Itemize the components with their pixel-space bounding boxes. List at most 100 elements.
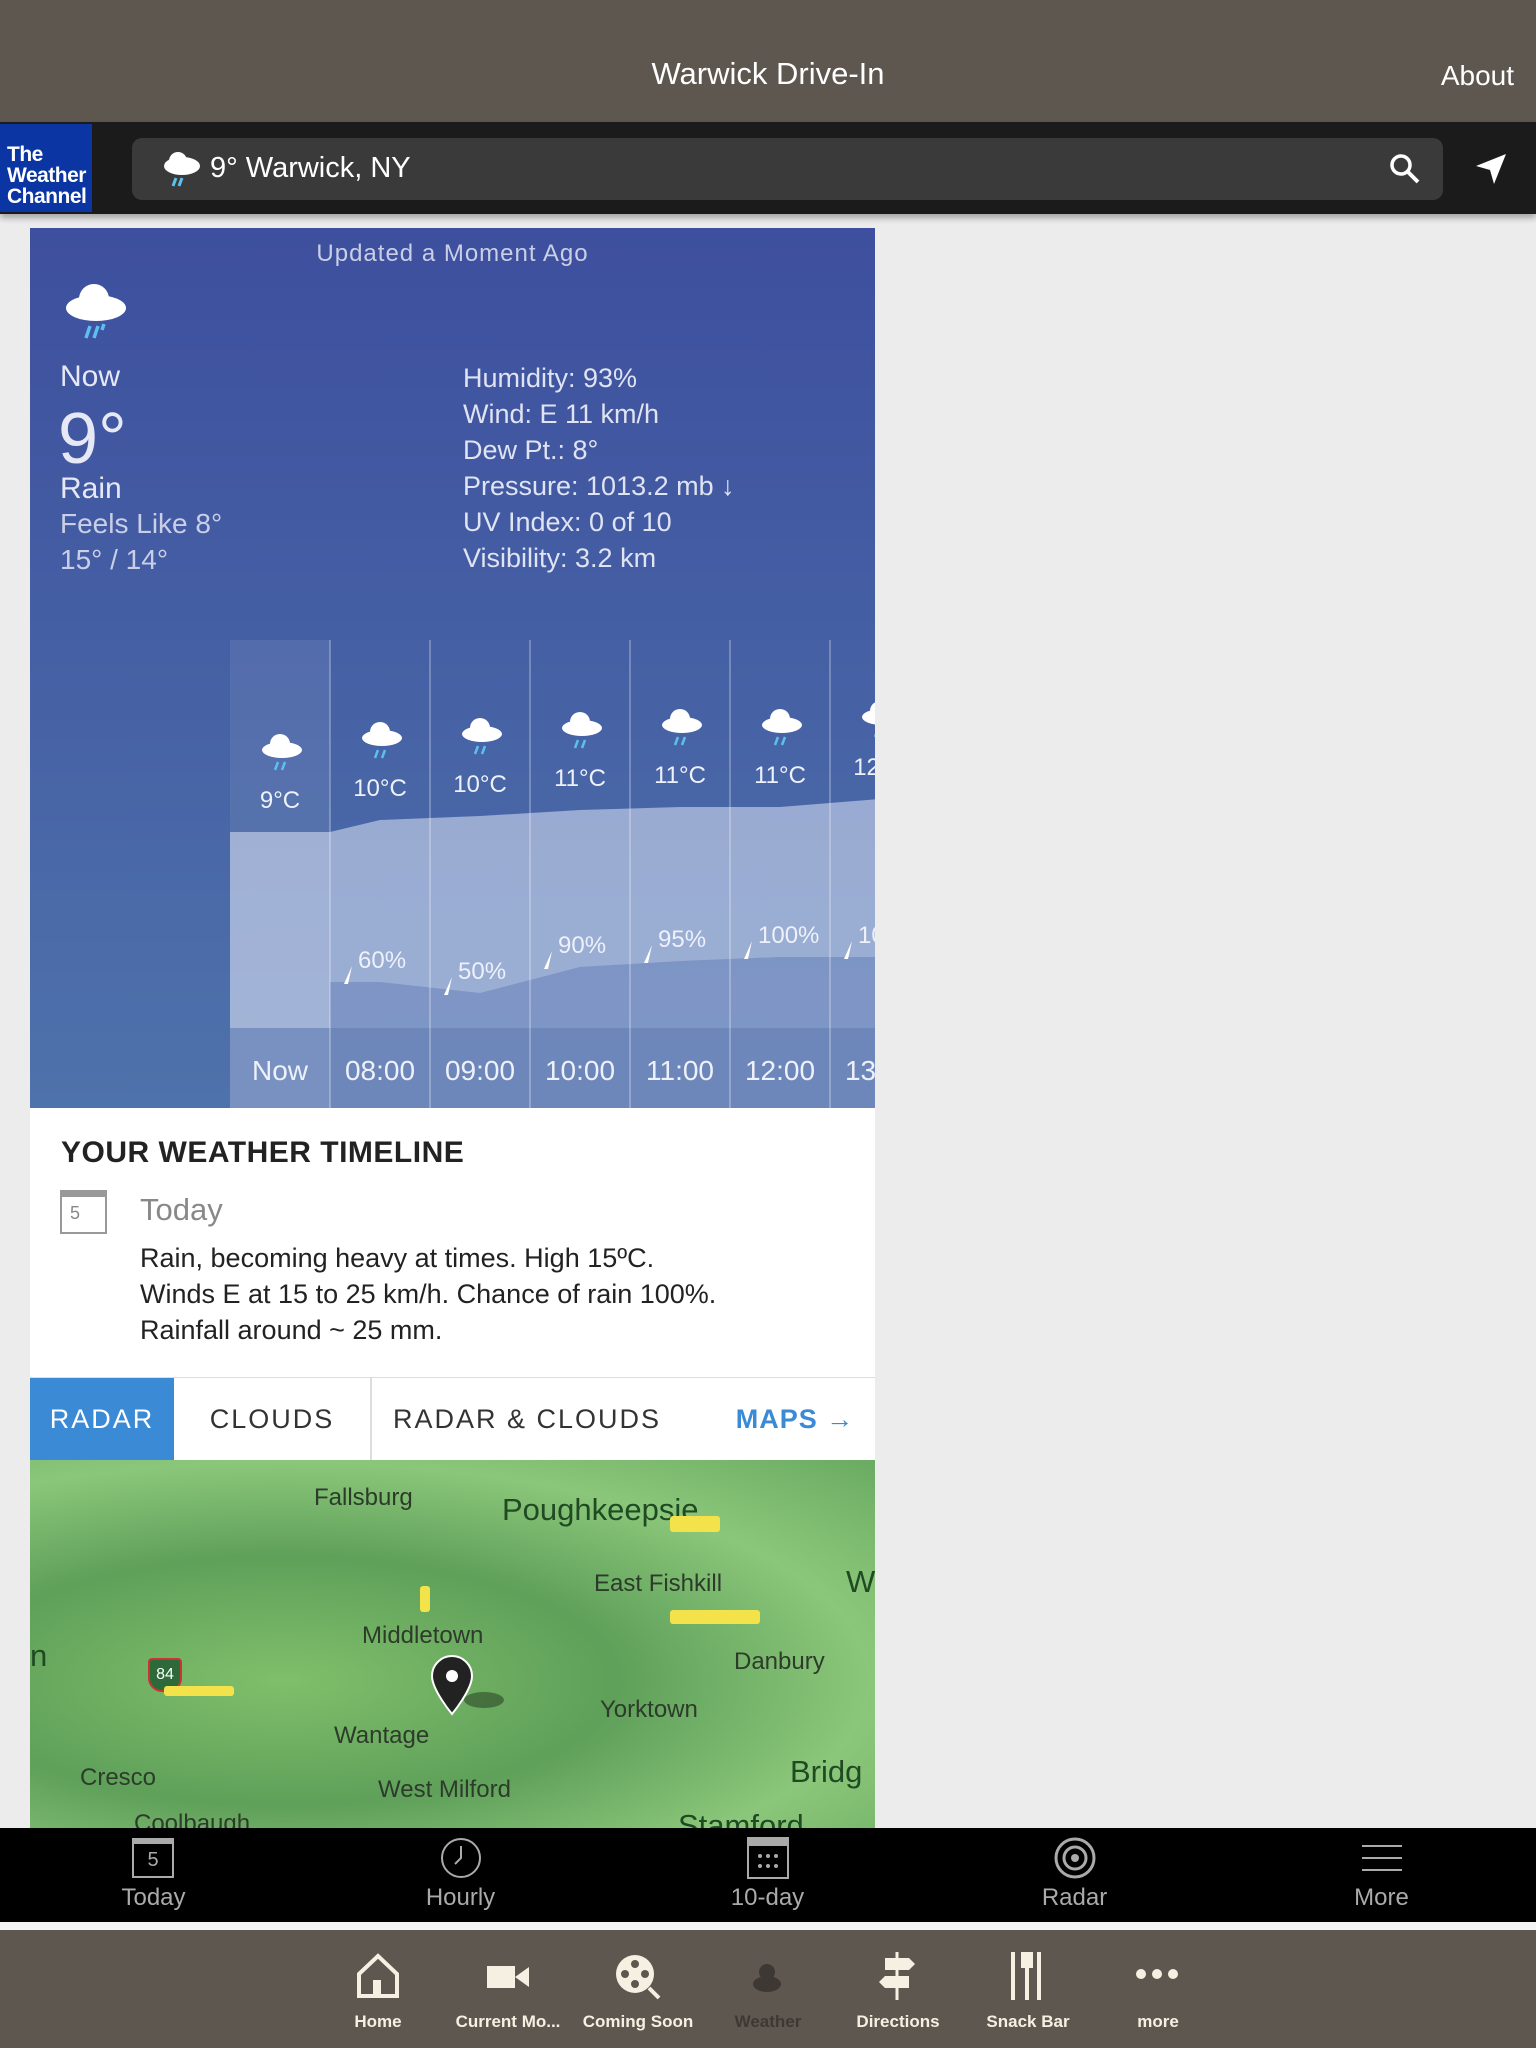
weather-details: Humidity: 93% Wind: E 11 km/h Dew Pt.: 8… — [463, 360, 735, 576]
nav-10-day[interactable]: 10-day — [614, 1828, 921, 1922]
map-label: East Fishkill — [594, 1570, 723, 1597]
rain-cloud-icon-part — [770, 709, 790, 729]
map-label: Yorktown — [600, 1696, 698, 1723]
radar-precip — [164, 1686, 234, 1696]
app-nav-directions[interactable]: Directions — [833, 1930, 963, 2048]
signpost-icon — [879, 1952, 915, 2000]
map-label: n — [30, 1638, 48, 1673]
app-nav-snack-bar[interactable]: Snack Bar — [963, 1930, 1093, 2048]
map-label: Fallsburg — [314, 1484, 413, 1511]
weather-channel-logo: The Weather Channel — [0, 124, 92, 212]
current-conditions-card: Updated a Moment Ago Now 9° Rain Feels L… — [30, 228, 875, 1108]
timeline-heading: YOUR WEATHER TIMELINE — [61, 1136, 465, 1169]
radar-map[interactable]: Fallsburg Poughkeepsie East Fishkill W M… — [30, 1460, 875, 1828]
visibility: Visibility: 3.2 km — [463, 543, 657, 573]
nav-label: Hourly — [425, 1884, 496, 1911]
hour-time: 08:00 — [345, 1055, 415, 1086]
video-camera-icon — [487, 1966, 529, 1988]
map-label: Cresco — [80, 1764, 157, 1791]
tab-radar[interactable]: RADAR — [30, 1378, 174, 1461]
summary-line: Rain, becoming heavy at times. High 15ºC… — [140, 1243, 655, 1273]
location-text: 9° Warwick, NY — [210, 152, 411, 184]
summary-line: Rainfall around ~ 25 mm. — [140, 1315, 443, 1345]
location-pin-icon[interactable] — [428, 1654, 508, 1724]
rain-cloud-icon-part — [470, 718, 490, 738]
rain-cloud-icon-part — [370, 722, 390, 742]
calendar-grid-icon — [747, 1837, 789, 1879]
nav-label: Home — [354, 2012, 402, 2031]
about-link[interactable]: About — [1441, 60, 1514, 92]
hour-precip: 100% — [758, 922, 819, 949]
nav-label: Snack Bar — [986, 2012, 1070, 2031]
map-label: Middletown — [362, 1622, 484, 1649]
nav-label: Radar — [1041, 1884, 1108, 1911]
radar-precip — [670, 1516, 720, 1532]
hour-time: 10:00 — [545, 1055, 615, 1086]
app-nav-weather[interactable]: Weather — [703, 1930, 833, 2048]
app-nav-home[interactable]: Home — [313, 1930, 443, 2048]
dew-point: Dew Pt.: 8° — [463, 435, 599, 465]
nav-label: Directions — [856, 2012, 940, 2031]
app-nav-coming-soon[interactable]: Coming Soon — [573, 1930, 703, 2048]
rain-cloud-icon-part — [670, 709, 690, 729]
map-label: Wantage — [334, 1722, 430, 1749]
calendar-icon: 5 — [60, 1190, 107, 1234]
location-arrow-icon[interactable] — [1474, 152, 1508, 186]
app-nav-more[interactable]: more — [1093, 1930, 1223, 2048]
summary-line: Winds E at 15 to 25 km/h. Chance of rain… — [140, 1279, 717, 1309]
hour-temp: 11°C — [554, 765, 606, 792]
rain-cloud-icon-part — [270, 734, 290, 754]
hour-temp: 10°C — [453, 771, 507, 798]
map-tabs: RADAR CLOUDS RADAR & CLOUDS MAPS → — [30, 1377, 875, 1461]
tab-radar-clouds[interactable]: RADAR & CLOUDS — [372, 1378, 682, 1461]
hour-temp: 12°C — [853, 754, 875, 781]
page-title: Warwick Drive-In — [651, 56, 885, 91]
app-nav-current-movies[interactable]: Current Mo... — [443, 1930, 573, 2048]
nav-label: more — [1137, 2012, 1179, 2031]
hour-temp: 11°C — [754, 762, 806, 789]
nav-today[interactable]: 5 Today — [0, 1828, 307, 1922]
search-bar-row: The Weather Channel 9° Warwick, NY — [0, 122, 1536, 214]
map-label: W — [846, 1564, 875, 1599]
feels-like: Feels Like 8° — [60, 508, 223, 539]
nav-radar[interactable]: Radar — [921, 1828, 1228, 1922]
raindrops — [573, 739, 587, 749]
tab-clouds[interactable]: CLOUDS — [174, 1378, 372, 1461]
raindrops — [473, 745, 487, 755]
hour-temp: 10°C — [353, 775, 407, 802]
nav-more[interactable]: More — [1228, 1828, 1535, 1922]
map-label: Bridg — [790, 1754, 863, 1789]
nav-hourly[interactable]: Hourly — [307, 1828, 614, 1922]
humidity: Humidity: 93% — [463, 363, 638, 393]
calendar-icon: 5 — [132, 1838, 174, 1878]
updated-text: Updated a Moment Ago — [316, 240, 589, 267]
weather-bottom-nav: 5 Today Hourly 10-day Radar More — [0, 1828, 1536, 1922]
hourly-forecast-strip[interactable]: 9°C Now 10°C 60% 08:00 10°C 50% 09:00 11°C 90% 10:… — [230, 640, 875, 1108]
divider — [0, 1922, 1536, 1930]
raindrops — [773, 736, 787, 746]
nav-label: Today — [121, 1884, 186, 1911]
hour-precip: 50% — [458, 958, 506, 985]
hour-time: 13:00 — [845, 1055, 875, 1086]
maps-link[interactable]: MAPS → — [730, 1378, 860, 1461]
current-condition: Rain — [60, 472, 122, 505]
search-icon[interactable] — [1389, 153, 1421, 185]
hour-temp: 9°C — [260, 787, 300, 814]
hour-time: 11:00 — [646, 1055, 714, 1086]
utensils-icon — [1011, 1952, 1041, 2000]
timeline-summary: Rain, becoming heavy at times. High 15ºC… — [140, 1240, 716, 1348]
weather-icon — [753, 1964, 781, 1992]
radar-icon — [1054, 1837, 1096, 1879]
hour-precip: 95% — [658, 926, 706, 953]
menu-icon — [1362, 1845, 1402, 1871]
rain-cloud-icon — [66, 284, 126, 339]
nav-label: Current Mo... — [455, 2012, 561, 2031]
location-search-input[interactable]: 9° Warwick, NY — [132, 138, 1443, 200]
hour-temp: 11°C — [654, 762, 706, 789]
nav-label: Coming Soon — [582, 2012, 694, 2031]
pressure: Pressure: 1013.2 mb ↓ — [463, 471, 735, 501]
radar-precip — [420, 1586, 430, 1612]
wind: Wind: E 11 km/h — [463, 399, 660, 429]
app-tab-bar: Home Current Mo... Coming Soon Weather D… — [0, 1930, 1536, 2048]
more-dots-icon — [1136, 1969, 1178, 1979]
